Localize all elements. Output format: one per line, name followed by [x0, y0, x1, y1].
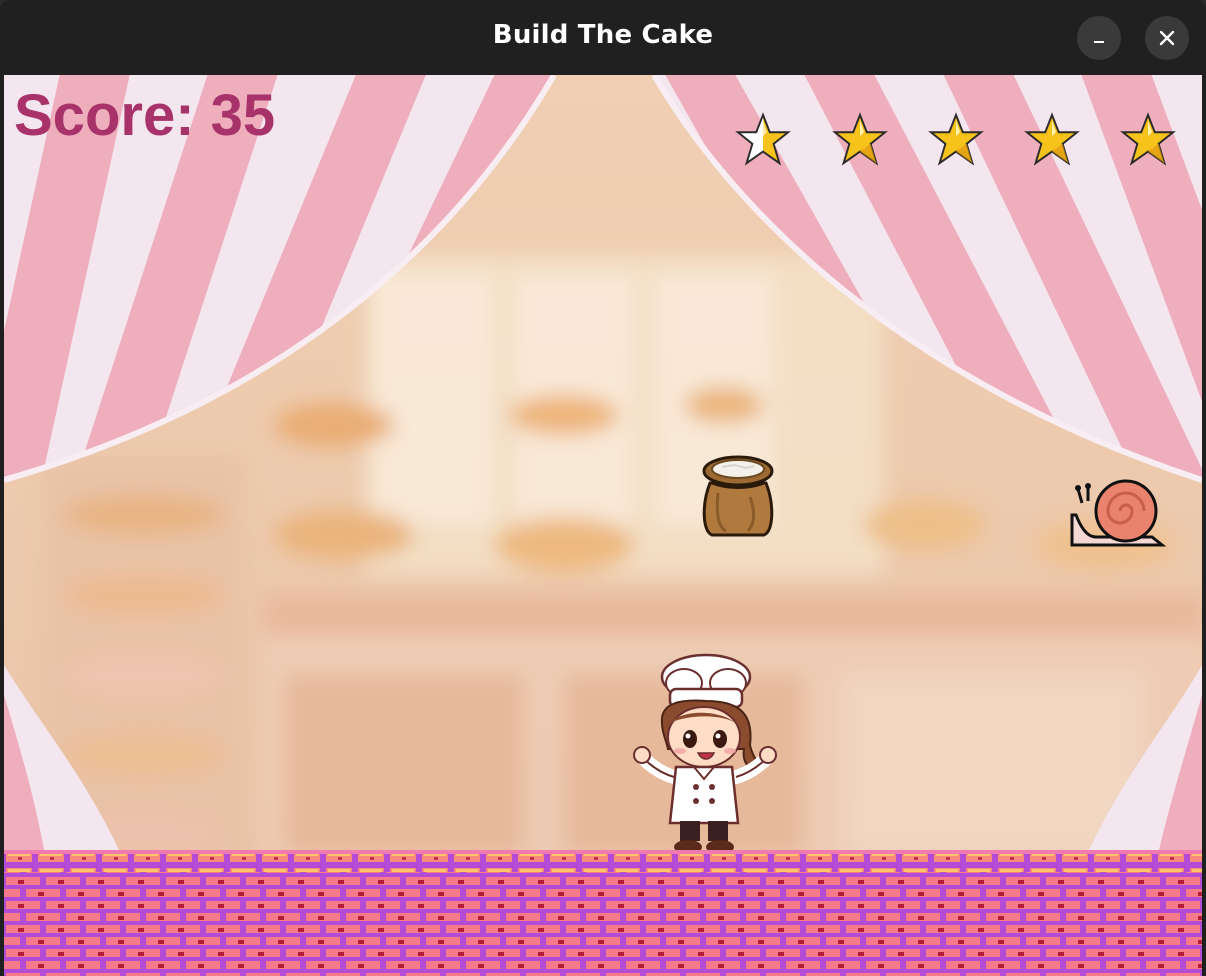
- star-icon: [832, 112, 888, 166]
- title-bar: Build The Cake: [0, 0, 1206, 75]
- game-window: Build The Cake Score: 35: [0, 0, 1206, 976]
- lives-stars: [734, 111, 1184, 171]
- brick-floor: [4, 850, 1202, 976]
- flour-sack-icon: [702, 455, 774, 537]
- star-icon: [735, 112, 791, 166]
- score-display: Score: 35: [14, 83, 276, 148]
- star-icon: [1024, 112, 1080, 166]
- star-icon: [1120, 112, 1176, 166]
- chef-player: [633, 653, 777, 854]
- minimize-button[interactable]: [1077, 16, 1121, 60]
- minimize-icon: [1094, 41, 1104, 43]
- bakery-background: [4, 75, 1202, 976]
- game-canvas[interactable]: Score: 35: [4, 75, 1202, 976]
- star-icon: [928, 112, 984, 166]
- close-button[interactable]: [1145, 16, 1189, 60]
- snail-icon: [1070, 479, 1166, 547]
- close-icon: [1159, 30, 1175, 46]
- window-title: Build The Cake: [492, 20, 714, 50]
